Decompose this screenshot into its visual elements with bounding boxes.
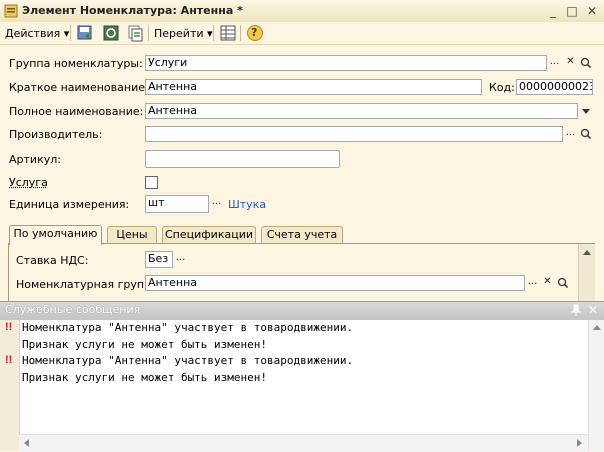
vat-field[interactable]: Без [145, 251, 173, 268]
goto-menu[interactable]: Перейти ▾ [154, 27, 213, 40]
unit-label: Единица измерения: [9, 198, 129, 211]
scroll-right-icon[interactable] [577, 439, 582, 447]
message-line: Признак услуги не может быть изменен! [22, 338, 267, 351]
maximize-button[interactable]: □ [564, 3, 580, 19]
unit-link[interactable]: Штука [228, 198, 266, 211]
actions-menu[interactable]: Действия ▾ [5, 27, 69, 40]
search-icon[interactable] [555, 275, 570, 292]
messages-title: Служебные сообщения [5, 303, 140, 316]
service-label: Услуга [9, 176, 48, 189]
code-label: Код: [489, 81, 515, 94]
pin-icon[interactable] [571, 304, 581, 319]
producer-field[interactable] [145, 126, 563, 142]
producer-label: Производитель: [9, 128, 102, 141]
full-name-label: Полное наименование: [9, 105, 143, 118]
unit-field[interactable]: шт [145, 195, 209, 213]
save-icon[interactable] [102, 24, 120, 42]
close-button[interactable]: ✕ [584, 3, 600, 19]
group-label: Группа номенклатуры: [9, 57, 143, 70]
unit-select-button[interactable]: ... [209, 195, 224, 213]
group-select-button[interactable]: ... [547, 55, 562, 72]
full-name-dropdown[interactable] [578, 103, 593, 120]
toolbar-separator [213, 25, 214, 41]
clear-icon[interactable]: ✕ [563, 55, 578, 72]
scroll-up-icon[interactable] [593, 325, 601, 330]
chevron-down-icon: ▾ [207, 27, 213, 40]
vat-label: Ставка НДС: [16, 254, 88, 267]
tab-prices[interactable]: Цены [107, 226, 157, 243]
service-checkbox[interactable] [145, 176, 158, 189]
nom-group-field[interactable]: Антенна [145, 275, 525, 291]
messages-vertical-scrollbar[interactable] [588, 320, 604, 451]
save-close-icon[interactable] [76, 24, 94, 42]
toolbar-separator [148, 25, 149, 41]
message-line: Признак услуги не может быть изменен! [22, 371, 267, 384]
short-name-label: Краткое наименование: [9, 81, 149, 94]
clear-icon[interactable]: ✕ [540, 275, 555, 292]
nom-group-select-button[interactable]: ... [525, 275, 540, 292]
goto-menu-label: Перейти [154, 27, 204, 40]
toolbar-separator [70, 25, 71, 41]
tab-panel-scrollbar[interactable] [578, 244, 595, 301]
toolbar-separator [240, 25, 241, 41]
scroll-left-icon[interactable] [24, 439, 29, 447]
messages-horizontal-scrollbar[interactable] [19, 434, 588, 452]
message-line: Номенклатура "Антенна" участвует в товар… [22, 354, 353, 367]
article-field[interactable] [145, 150, 340, 168]
search-icon[interactable] [578, 55, 593, 72]
vat-select-button[interactable]: ... [173, 251, 188, 268]
help-glyph: ? [251, 26, 257, 39]
tab-accounts[interactable]: Счета учета [261, 226, 343, 243]
message-line: Номенклатура "Антенна" участвует в товар… [22, 321, 353, 334]
group-field[interactable]: Услуги [145, 55, 547, 71]
close-icon[interactable]: ✕ [588, 303, 598, 317]
minimize-button[interactable]: _ [545, 3, 561, 19]
article-label: Артикул: [9, 153, 61, 166]
help-icon[interactable]: ? [246, 24, 264, 42]
nom-group-label: Номенклатурная группа: [16, 278, 162, 291]
list-icon[interactable] [219, 24, 237, 42]
search-icon[interactable] [578, 126, 593, 143]
chevron-down-icon: ▾ [64, 27, 70, 40]
actions-menu-label: Действия [5, 27, 60, 40]
error-icon: !! [5, 354, 12, 366]
tab-specifications[interactable]: Спецификации [162, 226, 256, 243]
tab-panel [8, 243, 595, 303]
form-icon [4, 4, 18, 18]
window-title: Элемент Номенклатура: Антенна * [22, 4, 243, 17]
tab-defaults[interactable]: По умолчанию [9, 225, 102, 245]
messages-gutter [0, 320, 20, 451]
full-name-field[interactable]: Антенна [145, 103, 578, 119]
producer-select-button[interactable]: ... [563, 126, 578, 143]
copy-icon[interactable] [126, 24, 144, 42]
scroll-up-icon[interactable] [583, 250, 591, 255]
code-field[interactable]: 00000000023 [516, 79, 593, 95]
error-icon: !! [5, 321, 12, 333]
short-name-field[interactable]: Антенна [145, 79, 482, 95]
chevron-down-icon [582, 109, 590, 114]
